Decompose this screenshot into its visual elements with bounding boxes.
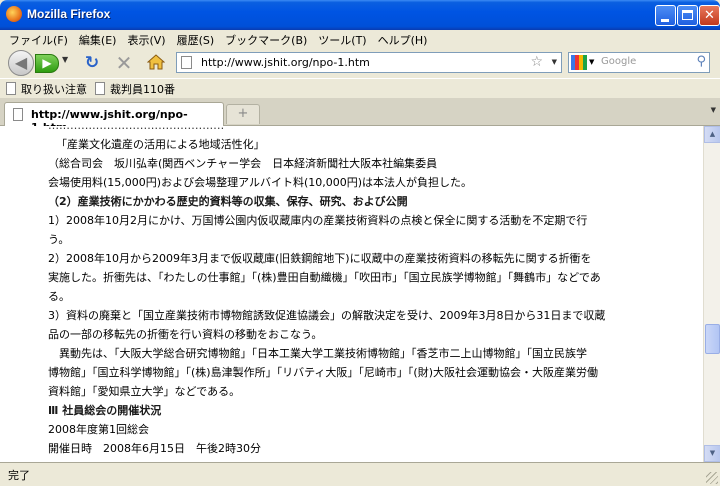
- menu-help[interactable]: ヘルプ(H): [373, 30, 434, 48]
- bookmark-star-icon[interactable]: ☆: [530, 54, 543, 70]
- engine-dropdown-icon[interactable]: ▼: [589, 58, 594, 66]
- cut-off-line: ‥‥‥‥‥‥‥‥‥‥‥‥‥‥‥‥‥‥‥‥‥‥‥‥: [48, 126, 224, 132]
- search-icon[interactable]: ⚲: [696, 54, 706, 69]
- menu-bar: ファイル(F) 編集(E) 表示(V) 履歴(S) ブックマーク(B) ツール(…: [0, 30, 720, 48]
- back-arrow-icon: ◀: [14, 53, 28, 72]
- back-forward-group: ◀ ▶: [8, 50, 62, 76]
- navigation-toolbar: ◀ ▶ ▼ ↻ ✕ http://www.jshit.org/npo-1.htm…: [0, 48, 720, 78]
- window-title: Mozilla Firefox: [27, 7, 111, 21]
- menu-history[interactable]: 履歴(S): [172, 30, 221, 48]
- maximize-icon: [682, 10, 693, 20]
- content-line: 「産業文化遺産の活用による地域活性化」: [56, 138, 265, 151]
- content-line: 会場使用料(15,000円)および会場整理アルバイト料(10,000円)は本法人…: [48, 176, 473, 189]
- content-line: 2）2008年10月から2009年3月まで仮収蔵庫(旧鉄鋼館地下)に収蔵中の産業…: [48, 252, 592, 265]
- content-line: 資料館」「愛知県立大学」などである。: [48, 385, 241, 398]
- menu-tools[interactable]: ツール(T): [313, 30, 372, 48]
- content-line: 開催日時 2008年6月15日 午後2時30分: [48, 442, 261, 455]
- title-bar: Mozilla Firefox ✕: [0, 0, 720, 30]
- section-heading: （2）産業技術にかかわる歴史的資料等の収集、保存、研究、および公開: [48, 195, 408, 208]
- firefox-logo-icon: [6, 6, 22, 22]
- vertical-scrollbar[interactable]: ▲ ▼: [703, 126, 720, 462]
- content-line: 2008年度第1回総会: [48, 423, 149, 436]
- back-button[interactable]: ◀: [8, 50, 34, 76]
- content-line: う。: [48, 233, 70, 246]
- content-line: 品の一部の移転先の折衝を行い資料の移動をおこなう。: [48, 328, 323, 341]
- bookmark-item[interactable]: 取り扱い注意: [6, 79, 87, 98]
- status-text: 完了: [8, 469, 30, 482]
- bookmark-item[interactable]: 裁判員110番: [95, 79, 175, 98]
- bookmark-label: 取り扱い注意: [21, 82, 87, 96]
- page-content: ‥‥‥‥‥‥‥‥‥‥‥‥‥‥‥‥‥‥‥‥‥‥‥‥ 「産業文化遺産の活用による地域…: [0, 126, 703, 462]
- reload-icon[interactable]: ↻: [82, 53, 102, 73]
- page-icon: [95, 82, 105, 95]
- address-bar[interactable]: http://www.jshit.org/npo-1.htm ☆ ▼: [176, 52, 562, 73]
- menu-file[interactable]: ファイル(F): [4, 30, 74, 48]
- tab-strip: http://www.jshit.org/npo-1.htm + ▼: [0, 98, 720, 134]
- menu-bookmarks[interactable]: ブックマーク(B): [220, 30, 313, 48]
- content-line: 博物館」「国立科学博物館」「(株)島津製作所」「リバティ大阪」「尼崎市」「(財)…: [48, 366, 599, 379]
- search-bar[interactable]: ▼ Google ⚲: [568, 52, 710, 73]
- scroll-thumb[interactable]: [705, 324, 720, 354]
- google-engine-icon[interactable]: [571, 55, 587, 70]
- resize-grip-icon[interactable]: [706, 472, 718, 484]
- minimize-icon: [661, 19, 669, 22]
- tab-active[interactable]: http://www.jshit.org/npo-1.htm: [4, 102, 224, 134]
- url-dropdown-icon[interactable]: ▼: [552, 58, 557, 66]
- content-line: （総合司会 坂川弘幸(関西ベンチャー学会 日本経済新聞社大阪本社編集委員: [48, 157, 438, 170]
- content-line: 1）2008年10月2月にかけ、万国博公園内仮収蔵庫内の産業技術資料の点検と保全…: [48, 214, 588, 227]
- content-line: る。: [48, 290, 70, 303]
- minimize-button[interactable]: [655, 5, 676, 26]
- close-button[interactable]: ✕: [699, 5, 720, 26]
- stop-icon[interactable]: ✕: [114, 53, 134, 73]
- content-line: 3）資料の廃棄と「国立産業技術市博物館誘致促進協議会」の解散決定を受け、2009…: [48, 309, 606, 322]
- scroll-down-button[interactable]: ▼: [704, 445, 720, 462]
- forward-arrow-icon: ▶: [42, 56, 52, 70]
- menu-edit[interactable]: 編集(E): [74, 30, 123, 48]
- forward-button[interactable]: ▶: [35, 54, 59, 73]
- maximize-button[interactable]: [677, 5, 698, 26]
- search-input[interactable]: Google: [601, 56, 636, 67]
- page-icon: [13, 108, 23, 121]
- bookmark-label: 裁判員110番: [110, 82, 175, 96]
- history-dropdown-icon[interactable]: ▼: [62, 55, 68, 64]
- page-icon: [6, 82, 16, 95]
- new-tab-button[interactable]: +: [226, 104, 260, 124]
- tab-list-icon[interactable]: ▼: [711, 106, 716, 114]
- scroll-up-button[interactable]: ▲: [704, 126, 720, 143]
- home-icon[interactable]: [146, 53, 166, 73]
- content-line: 異動先は、「大阪大学総合研究博物館」「日本工業大学工業技術博物館」「香芝市二上山…: [48, 347, 587, 360]
- page-favicon-icon: [181, 56, 192, 69]
- section-heading: Ⅲ 社員総会の開催状況: [48, 404, 162, 417]
- status-bar: 完了: [0, 462, 720, 486]
- plus-icon: +: [237, 106, 249, 121]
- content-line: 実施した。折衝先は、「わたしの仕事館」「(株)豊田自動織機」「吹田市」「国立民族…: [48, 271, 601, 284]
- menu-view[interactable]: 表示(V): [122, 30, 171, 48]
- bookmarks-toolbar: 取り扱い注意 裁判員110番: [0, 78, 720, 98]
- url-text[interactable]: http://www.jshit.org/npo-1.htm: [201, 56, 370, 69]
- close-icon: ✕: [704, 8, 715, 23]
